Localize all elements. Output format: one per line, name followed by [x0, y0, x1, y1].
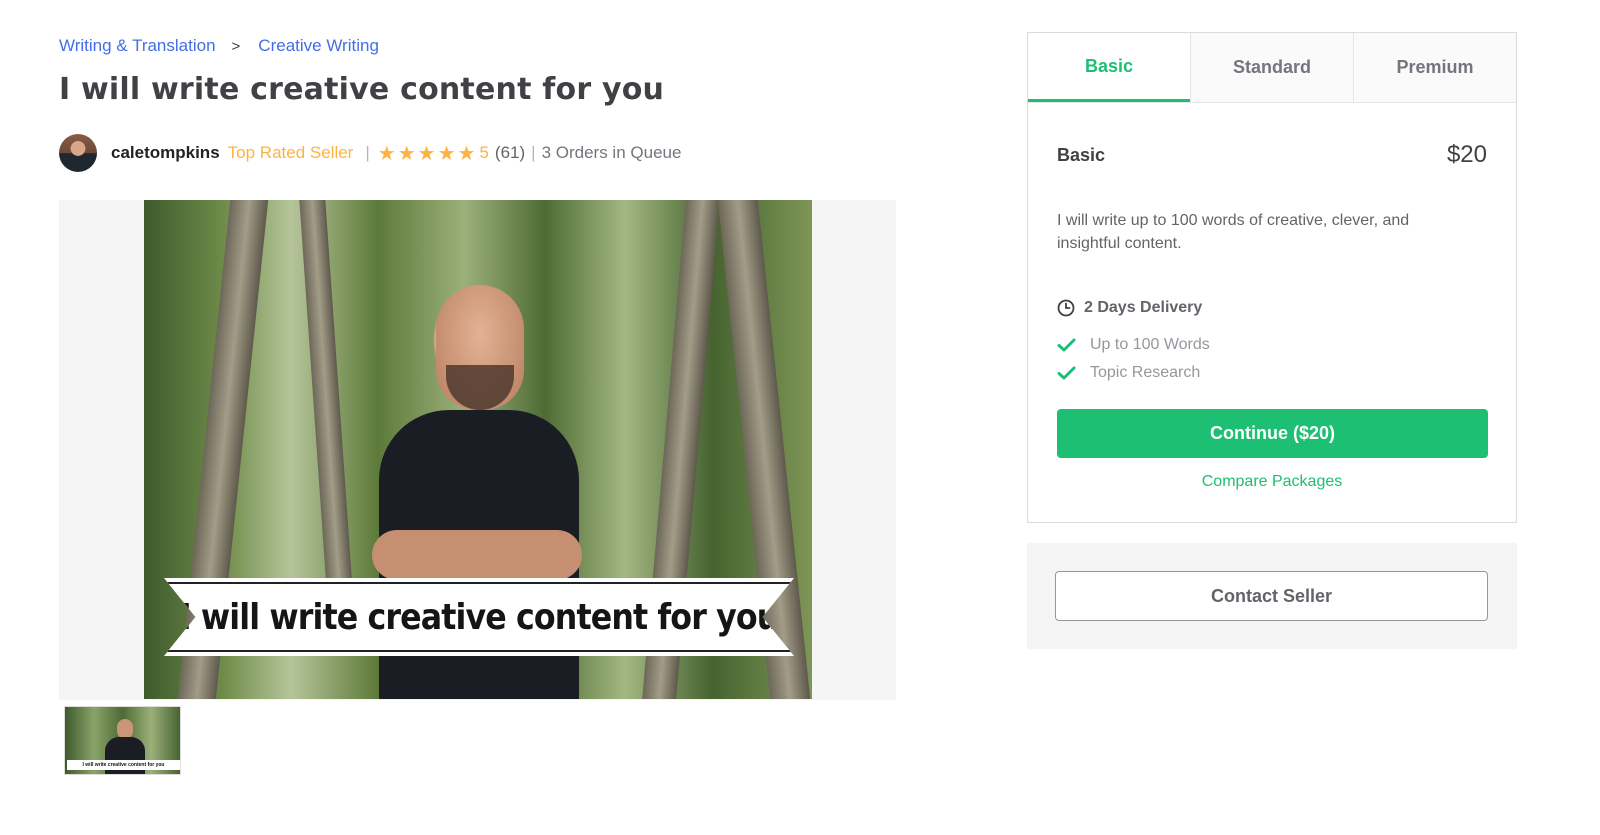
contact-seller-card: Contact Seller — [1027, 543, 1517, 649]
thumb-person-head — [117, 719, 133, 739]
breadcrumb-creative-writing[interactable]: Creative Writing — [258, 36, 379, 56]
image-banner: I will write creative content for you — [164, 578, 794, 656]
package-description: I will write up to 100 words of creative… — [1057, 212, 1410, 252]
package-price: $20 — [1446, 141, 1487, 168]
orders-in-queue: 3 Orders in Queue — [541, 143, 682, 162]
tab-premium[interactable]: Premium — [1353, 33, 1516, 102]
thumb-banner-text: I will write creative content for you — [82, 762, 165, 768]
review-count[interactable]: (61) — [495, 143, 525, 163]
gig-main-image[interactable]: I will write creative content for you — [144, 200, 812, 699]
check-icon — [1057, 366, 1076, 380]
package-tabs: Basic Standard Premium — [1028, 33, 1516, 103]
person-arms — [372, 530, 582, 580]
breadcrumb: Writing & Translation > Creative Writing — [59, 36, 379, 56]
package-sidebar: Basic Standard Premium Basic $20 I will … — [1027, 32, 1517, 649]
chevron-right-icon: > — [231, 37, 241, 55]
star-icon: ★ — [457, 142, 476, 165]
compare-packages-link[interactable]: Compare Packages — [1057, 473, 1487, 491]
seller-overview: caletompkins Top Rated Seller | ★ ★ ★ ★ … — [59, 134, 681, 172]
check-icon — [1057, 338, 1076, 352]
seller-username[interactable]: caletompkins — [111, 143, 220, 163]
contact-seller-button[interactable]: Contact Seller — [1055, 571, 1488, 621]
feature-item: Topic Research — [1057, 359, 1487, 387]
feature-label: Topic Research — [1090, 364, 1201, 381]
star-icon: ★ — [437, 142, 456, 165]
delivery-label: 2 Days Delivery — [1084, 299, 1203, 316]
tab-standard[interactable]: Standard — [1190, 33, 1353, 102]
star-rating: ★ ★ ★ ★ ★ — [378, 141, 478, 166]
seller-level-badge: Top Rated Seller — [227, 143, 354, 162]
star-icon: ★ — [397, 142, 416, 165]
package-name: Basic — [1057, 144, 1106, 165]
continue-button[interactable]: Continue ($20) — [1057, 409, 1488, 458]
banner-text: I will write creative content for you — [179, 596, 779, 638]
package-card: Basic Standard Premium Basic $20 I will … — [1027, 32, 1517, 523]
tab-basic[interactable]: Basic — [1028, 33, 1190, 102]
tree-trunk — [299, 200, 355, 620]
feature-list: Up to 100 Words Topic Research — [1057, 331, 1487, 387]
divider: | — [365, 143, 370, 162]
feature-item: Up to 100 Words — [1057, 331, 1487, 359]
divider: | — [531, 143, 536, 162]
breadcrumb-writing-translation[interactable]: Writing & Translation — [59, 36, 216, 56]
gallery-thumbnail[interactable]: I will write creative content for you — [64, 706, 181, 775]
feature-label: Up to 100 Words — [1090, 336, 1210, 353]
thumb-banner: I will write creative content for you — [67, 760, 180, 770]
star-icon: ★ — [377, 142, 396, 165]
rating-score: 5 — [479, 143, 489, 162]
clock-icon — [1057, 299, 1075, 317]
delivery-time: 2 Days Delivery — [1057, 299, 1487, 317]
package-content: Basic $20 I will write up to 100 words o… — [1028, 141, 1516, 491]
page-title: I will write creative content for you — [59, 72, 665, 107]
package-header: Basic $20 — [1057, 141, 1487, 169]
avatar[interactable] — [59, 134, 97, 172]
gig-gallery: I will write creative content for you — [59, 200, 896, 700]
star-icon: ★ — [417, 142, 436, 165]
